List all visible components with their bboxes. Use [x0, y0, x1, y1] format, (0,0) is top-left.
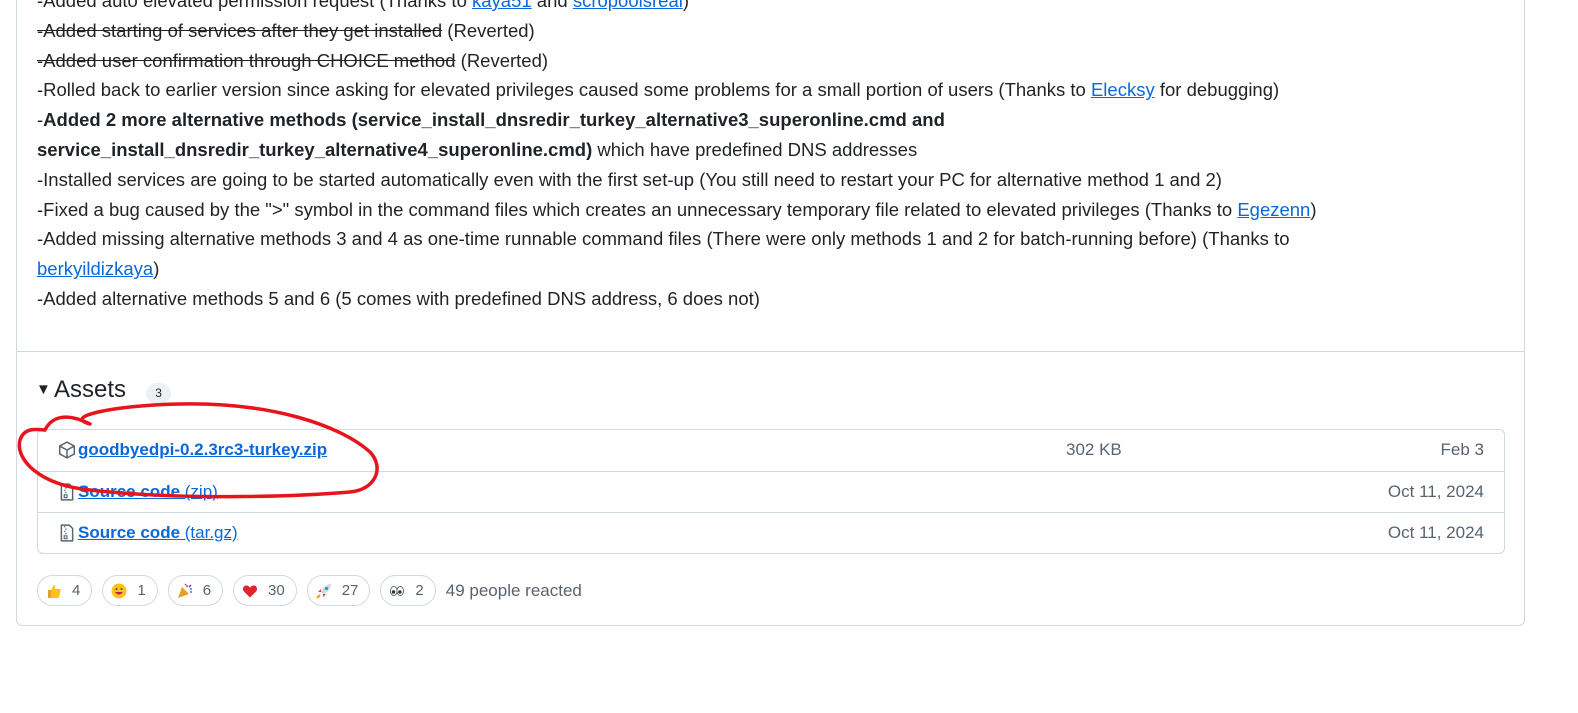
contributor-link-egezenn[interactable]: Egezenn	[1237, 199, 1310, 220]
asset-row: goodbyedpi-0.2.3rc3-turkey.zip 302 KB Fe…	[38, 430, 1504, 471]
contributor-link-scropoolsreal[interactable]: scropoolsreal	[573, 0, 683, 11]
file-zip-icon	[60, 524, 74, 542]
reaction-thumbs-up[interactable]: 4	[37, 575, 93, 606]
file-zip-icon	[60, 483, 74, 501]
eyes-icon	[390, 585, 405, 596]
note-line: -Added alternative methods 5 and 6 (5 co…	[37, 287, 760, 309]
note-line: service_install_dnsredir_turkey_alternat…	[37, 138, 918, 160]
asset-download-link[interactable]: Source code (tar.gz)	[78, 523, 238, 543]
triangle-down-icon: ▼	[36, 381, 51, 398]
asset-download-link[interactable]: Source code (zip)	[78, 482, 218, 502]
asset-date: Oct 11, 2024	[1387, 523, 1484, 542]
reactions-bar: 4 1 6 30 27 2 49 people reacted	[37, 575, 582, 606]
reaction-smile[interactable]: 1	[102, 575, 158, 606]
note-line: -Added 2 more alternative methods (servi…	[37, 109, 945, 131]
note-line: -Added starting of services after they g…	[37, 19, 535, 41]
note-line: -Added user confirmation through CHOICE …	[37, 49, 549, 71]
note-line: -Rolled back to earlier version since as…	[37, 79, 1280, 101]
assets-toggle[interactable]: ▼ Assets 3	[36, 375, 172, 404]
asset-size: 302 KB	[1066, 440, 1122, 459]
reaction-rocket[interactable]: 27	[306, 575, 371, 606]
heart-icon	[243, 585, 258, 597]
thumbs-up-icon	[48, 584, 61, 598]
tada-icon	[177, 583, 192, 598]
reaction-eyes[interactable]: 2	[380, 575, 436, 606]
reactions-summary: 49 people reacted	[445, 580, 582, 600]
release-notes: -Added auto elevated permission request …	[37, 0, 1507, 314]
note-line: -Added auto elevated permission request …	[37, 0, 1507, 16]
contributor-link-berkyildizkaya[interactable]: berkyildizkaya	[37, 258, 153, 279]
reaction-heart[interactable]: 30	[233, 575, 297, 606]
divider	[17, 351, 1525, 352]
assets-title: Assets	[54, 375, 127, 403]
asset-download-link[interactable]: goodbyedpi-0.2.3rc3-turkey.zip	[78, 440, 327, 460]
contributor-link-kaya51[interactable]: kaya51	[472, 0, 532, 11]
rocket-icon	[316, 583, 331, 599]
contributor-link-elecksy[interactable]: Elecksy	[1091, 79, 1155, 100]
note-line: -Fixed a bug caused by the ">" symbol in…	[37, 198, 1317, 220]
asset-date: Feb 3	[1440, 440, 1484, 459]
assets-list: goodbyedpi-0.2.3rc3-turkey.zip 302 KB Fe…	[37, 429, 1505, 554]
asset-row: Source code (zip) Oct 11, 2024	[38, 471, 1504, 512]
reaction-tada[interactable]: 6	[167, 575, 224, 606]
note-line: -Installed services are going to be star…	[37, 168, 1222, 190]
package-icon	[58, 441, 76, 459]
assets-count-badge: 3	[146, 383, 172, 404]
note-line: berkyildizkaya)	[37, 258, 160, 280]
asset-row: Source code (tar.gz) Oct 11, 2024	[38, 512, 1504, 553]
note-line: -Added missing alternative methods 3 and…	[37, 228, 1290, 250]
smile-icon	[111, 583, 127, 598]
asset-date: Oct 11, 2024	[1387, 482, 1484, 501]
